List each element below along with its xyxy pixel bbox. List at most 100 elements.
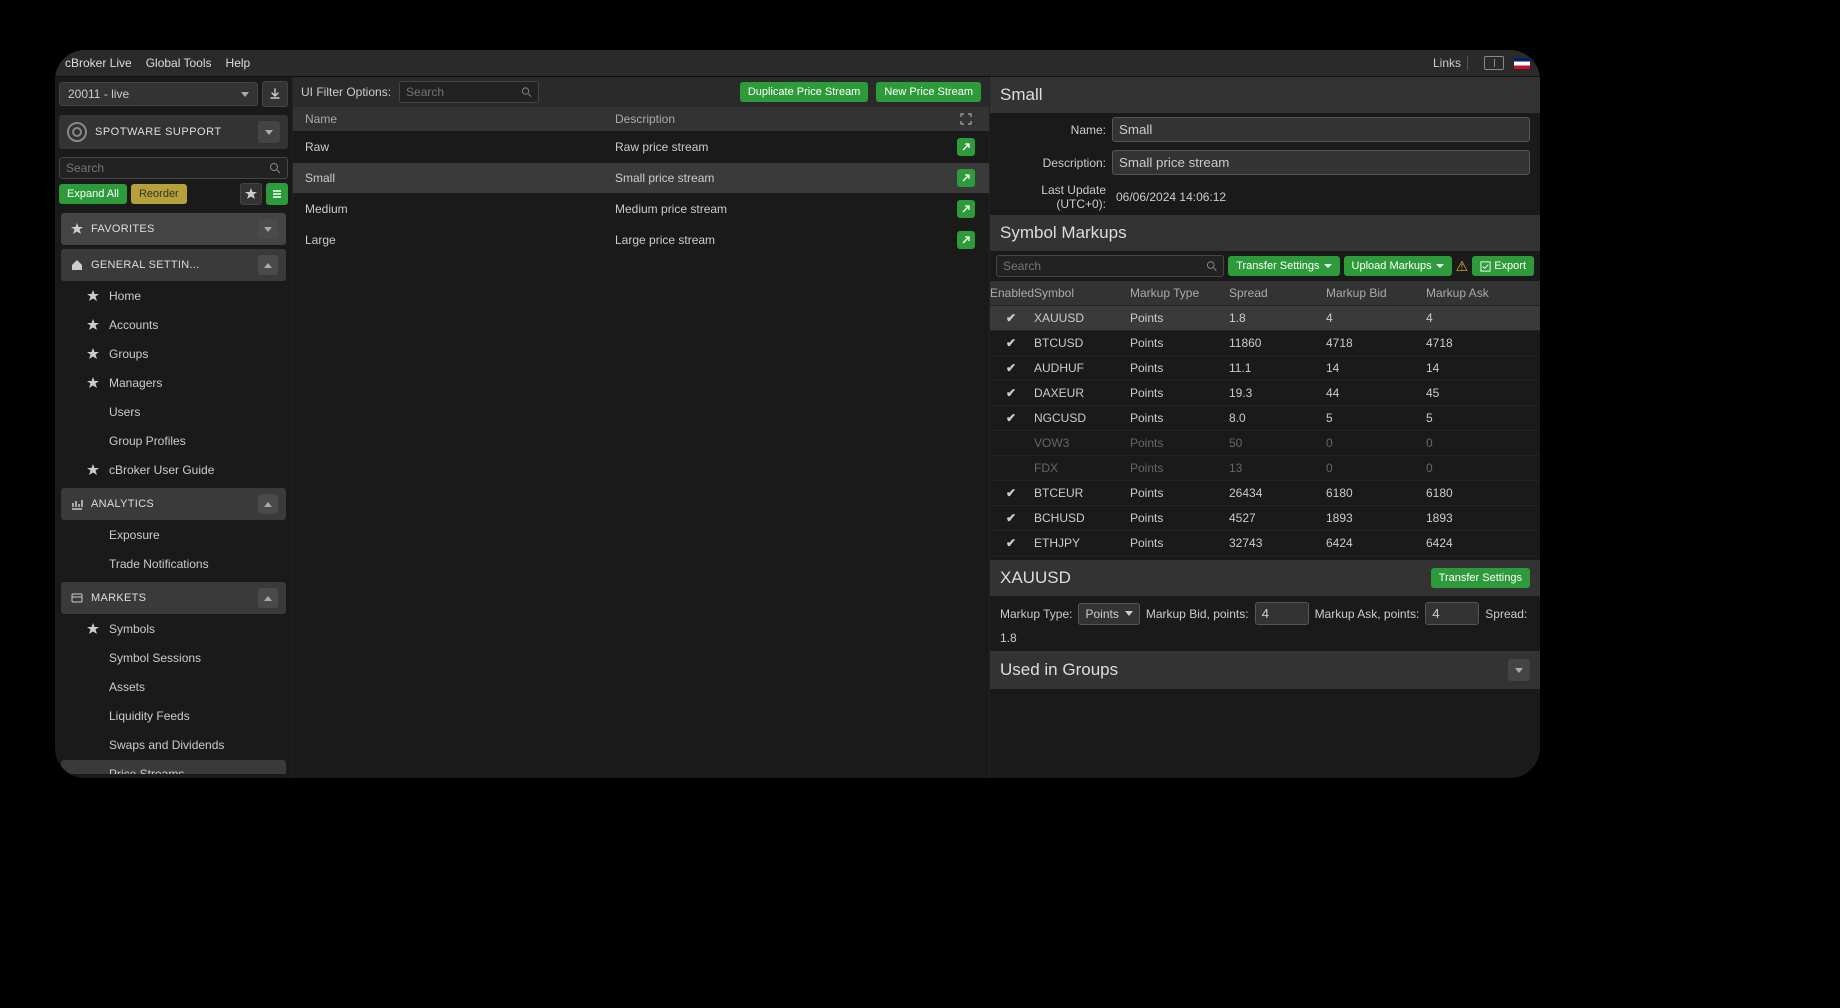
markup-row[interactable]: FDXPoints1300 <box>990 455 1540 480</box>
sidebar-item[interactable]: Swaps and Dividends <box>61 731 286 759</box>
reorder-button[interactable]: Reorder <box>131 184 187 204</box>
sidebar-item[interactable]: Home <box>61 282 286 310</box>
sidebar-item[interactable]: Symbols <box>61 615 286 643</box>
enabled-check[interactable]: ✔ <box>990 336 1032 350</box>
menu-links[interactable]: Links <box>1433 56 1461 70</box>
language-flag-icon[interactable] <box>1514 58 1530 69</box>
sidebar-item[interactable]: Groups <box>61 340 286 368</box>
chevron-down-icon[interactable] <box>258 219 278 239</box>
sidebar-item[interactable]: Assets <box>61 673 286 701</box>
sidebar-item[interactable]: Liquidity Feeds <box>61 702 286 730</box>
used-in-groups-header[interactable]: Used in Groups <box>990 651 1540 689</box>
markup-type-select[interactable]: Points <box>1078 603 1139 625</box>
stream-row[interactable]: LargeLarge price stream <box>293 224 989 255</box>
sidebar-item[interactable]: Users <box>61 398 286 426</box>
filter-label: UI Filter Options: <box>301 85 391 99</box>
enabled-check[interactable]: ✔ <box>990 386 1032 400</box>
sidebar-item-label: Assets <box>109 680 145 694</box>
sidebar-item[interactable]: Symbol Sessions <box>61 644 286 672</box>
chevron-up-icon[interactable] <box>258 588 278 608</box>
sidebar-item[interactable]: Exposure <box>61 521 286 549</box>
markup-bid-input[interactable] <box>1255 602 1309 625</box>
markup-row[interactable]: ✔DAXEURPoints19.34445 <box>990 380 1540 405</box>
enabled-check[interactable]: ✔ <box>990 536 1032 550</box>
star-icon <box>87 348 103 360</box>
account-select[interactable]: 20011 - live <box>59 82 258 106</box>
enabled-check[interactable]: ✔ <box>990 361 1032 375</box>
sidebar-item-label: Liquidity Feeds <box>109 709 190 723</box>
stream-row[interactable]: RawRaw price stream <box>293 131 989 162</box>
sidebar-search[interactable] <box>59 157 288 179</box>
export-button[interactable]: Export <box>1472 256 1534 276</box>
sidebar-item[interactable]: Price Streams <box>61 760 286 774</box>
markup-ask-input[interactable] <box>1425 602 1479 625</box>
markup-row[interactable]: ✔BTCEURPoints2643461806180 <box>990 480 1540 505</box>
nav-section-analytics[interactable]: ANALYTICS <box>61 488 286 520</box>
stream-search-input[interactable] <box>406 85 521 99</box>
star-toggle-icon[interactable] <box>240 183 262 205</box>
sidebar-item-label: Accounts <box>109 318 158 332</box>
sidebar-search-input[interactable] <box>66 161 269 175</box>
enabled-check[interactable]: ✔ <box>990 411 1032 425</box>
nav-section-markets[interactable]: MARKETS <box>61 582 286 614</box>
sidebar-item[interactable]: Group Profiles <box>61 427 286 455</box>
markup-search[interactable] <box>996 255 1224 277</box>
open-icon[interactable] <box>957 169 975 187</box>
markup-row[interactable]: ✔ETHJPYPoints3274364246424 <box>990 530 1540 555</box>
detail-title: Small <box>990 77 1540 113</box>
menu-cbroker-live[interactable]: cBroker Live <box>65 56 132 70</box>
sidebar-item[interactable]: cBroker User Guide <box>61 456 286 484</box>
warning-icon: ⚠ <box>1456 258 1469 275</box>
duplicate-stream-button[interactable]: Duplicate Price Stream <box>740 82 869 102</box>
stream-row[interactable]: SmallSmall price stream <box>293 162 989 193</box>
sidebar-item-label: Group Profiles <box>109 434 186 448</box>
markets-icon <box>69 592 85 604</box>
menu-help[interactable]: Help <box>226 56 251 70</box>
markup-row[interactable]: ✔NGCUSDPoints8.055 <box>990 405 1540 430</box>
markup-row[interactable]: ✔BCHUSDPoints452718931893 <box>990 505 1540 530</box>
menu-global-tools[interactable]: Global Tools <box>146 56 212 70</box>
open-icon[interactable] <box>957 200 975 218</box>
sidebar-item[interactable]: Accounts <box>61 311 286 339</box>
sidebar-item[interactable]: Managers <box>61 369 286 397</box>
spotware-support-button[interactable]: SPOTWARE SUPPORT <box>59 115 288 149</box>
name-input[interactable] <box>1112 117 1530 142</box>
nav-section-favorites[interactable]: FAVORITES <box>61 213 286 245</box>
nav-section-general[interactable]: GENERAL SETTIN... <box>61 249 286 281</box>
expand-all-button[interactable]: Expand All <box>59 184 127 204</box>
search-icon <box>521 86 532 98</box>
markup-row[interactable]: ✔BTCUSDPoints1186047184718 <box>990 330 1540 355</box>
star-icon <box>87 464 103 476</box>
stream-row[interactable]: MediumMedium price stream <box>293 193 989 224</box>
transfer-settings-button[interactable]: Transfer Settings <box>1228 256 1339 276</box>
detail-transfer-button[interactable]: Transfer Settings <box>1431 568 1530 588</box>
markup-search-input[interactable] <box>1003 259 1206 273</box>
sidebar-item-label: Home <box>109 289 141 303</box>
enabled-check[interactable]: ✔ <box>990 486 1032 500</box>
home-icon <box>69 259 85 271</box>
enabled-check[interactable]: ✔ <box>990 311 1032 325</box>
markup-row[interactable]: ✔AUDHUFPoints11.11414 <box>990 355 1540 380</box>
open-icon[interactable] <box>957 138 975 156</box>
markup-row[interactable]: ✔XAUUSDPoints1.844 <box>990 305 1540 330</box>
new-stream-button[interactable]: New Price Stream <box>876 82 981 102</box>
list-view-icon[interactable] <box>266 183 288 205</box>
chevron-up-icon[interactable] <box>258 494 278 514</box>
spotware-chevron-icon[interactable] <box>258 121 280 143</box>
chevron-down-icon[interactable] <box>1508 659 1530 681</box>
description-input[interactable] <box>1112 150 1530 175</box>
menubar: cBroker Live Global Tools Help Links <box>55 50 1540 77</box>
chevron-up-icon[interactable] <box>258 255 278 275</box>
star-icon <box>87 319 103 331</box>
enabled-check[interactable]: ✔ <box>990 511 1032 525</box>
sidebar-item-label: Trade Notifications <box>109 557 209 571</box>
open-icon[interactable] <box>957 231 975 249</box>
upload-markups-button[interactable]: Upload Markups <box>1344 256 1452 276</box>
expand-icon[interactable] <box>951 113 981 125</box>
layout-icon[interactable] <box>1484 56 1504 70</box>
sidebar-item[interactable]: Trade Notifications <box>61 550 286 578</box>
star-icon <box>87 290 103 302</box>
download-icon[interactable] <box>262 81 288 107</box>
markup-row[interactable]: VOW3Points5000 <box>990 430 1540 455</box>
stream-search[interactable] <box>399 81 539 103</box>
